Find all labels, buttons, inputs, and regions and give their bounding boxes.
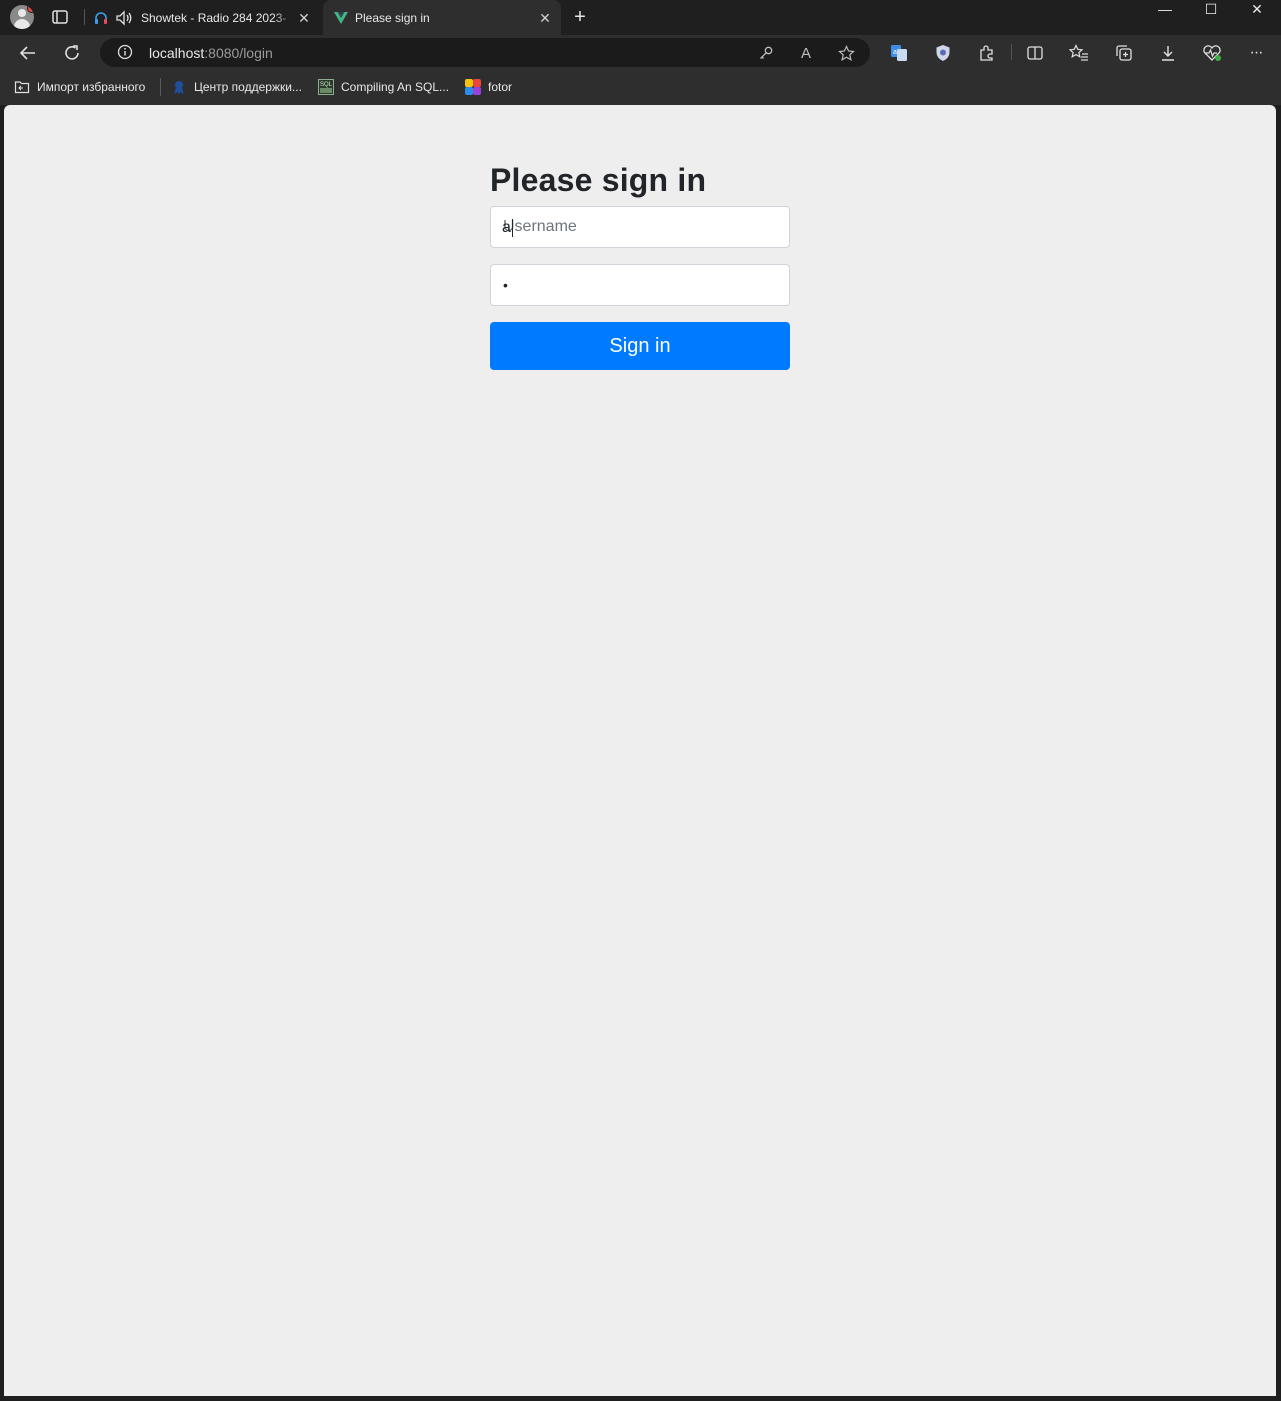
speaker-icon[interactable] xyxy=(115,9,133,26)
password-input[interactable] xyxy=(491,265,789,305)
refresh-icon[interactable] xyxy=(60,41,84,65)
favorites-icon[interactable] xyxy=(1067,41,1091,65)
translate-icon[interactable]: a xyxy=(887,41,911,65)
username-field[interactable]: a xyxy=(490,206,790,248)
more-icon[interactable]: ··· xyxy=(1244,41,1268,65)
page-title: Please sign in xyxy=(490,162,707,198)
bookmark-support-center[interactable]: Центр поддержки... xyxy=(171,78,302,96)
back-icon[interactable] xyxy=(16,41,40,65)
close-window-icon[interactable]: ✕ xyxy=(1234,0,1280,32)
bookmark-import-favorites[interactable]: Импорт избранного xyxy=(14,78,145,96)
bookmarks-bar: Импорт избранного Центр поддержки... SQL… xyxy=(0,70,1281,105)
split-screen-icon[interactable] xyxy=(1023,41,1047,65)
sign-in-form: Please sign in a Sign in xyxy=(490,160,790,370)
shield-icon[interactable] xyxy=(931,41,955,65)
url-text[interactable]: localhost:8080/login xyxy=(149,45,273,61)
bookmark-compiling-sql[interactable]: SQL Compiling An SQL... xyxy=(318,78,449,96)
notification-dot xyxy=(27,5,34,13)
browser-toolbar: localhost:8080/login A a ··· xyxy=(0,35,1281,70)
url-path: :8080/login xyxy=(204,45,273,61)
username-input[interactable] xyxy=(491,207,789,247)
bookmark-label: Compiling An SQL... xyxy=(341,80,450,94)
minimize-icon[interactable]: — xyxy=(1142,0,1188,32)
vue-logo-icon xyxy=(333,10,349,26)
maximize-icon[interactable]: ☐ xyxy=(1188,0,1234,32)
star-icon[interactable] xyxy=(837,44,855,62)
url-host: localhost xyxy=(149,45,205,61)
page-viewport: Please sign in a Sign in xyxy=(4,105,1276,1396)
toolbar-separator xyxy=(1011,44,1012,60)
svg-text:SQL: SQL xyxy=(320,82,333,88)
address-bar[interactable]: localhost:8080/login A xyxy=(100,38,870,67)
read-aloud-icon[interactable]: A xyxy=(797,44,815,62)
support-center-icon xyxy=(171,79,187,95)
close-tab-icon[interactable]: ✕ xyxy=(296,10,312,26)
extensions-icon[interactable] xyxy=(975,41,999,65)
headphones-icon xyxy=(93,10,109,26)
info-icon[interactable] xyxy=(117,44,133,60)
tab-strip: Showtek - Radio 284 2023- ✕ Please sign … xyxy=(0,0,1281,35)
sql-icon: SQL xyxy=(318,79,334,95)
read-aloud-glyph: A xyxy=(800,44,811,62)
close-tab-icon[interactable]: ✕ xyxy=(537,10,553,26)
heartbeat-icon[interactable] xyxy=(1200,41,1224,65)
tab-title: Please sign in xyxy=(355,10,430,25)
bookmark-label: fotor xyxy=(488,80,513,94)
bookmark-fotor[interactable]: fotor xyxy=(465,78,512,96)
profile-avatar-icon[interactable] xyxy=(10,5,34,29)
bookmark-label: Импорт избранного xyxy=(37,80,146,94)
sign-in-button[interactable]: Sign in xyxy=(490,322,790,370)
tab-separator xyxy=(84,9,85,25)
key-icon[interactable] xyxy=(757,44,775,62)
password-field[interactable] xyxy=(490,264,790,306)
fotor-icon xyxy=(465,79,481,95)
bookmark-label: Центр поддержки... xyxy=(194,80,302,94)
tab-actions-icon[interactable] xyxy=(50,7,70,27)
collections-icon[interactable] xyxy=(1112,41,1136,65)
new-tab-icon[interactable]: + xyxy=(570,7,590,27)
import-folder-icon xyxy=(14,79,30,95)
text-caret xyxy=(512,219,513,237)
svg-text:a: a xyxy=(893,49,897,56)
tab-showtek[interactable]: Showtek - Radio 284 2023- ✕ xyxy=(88,0,320,35)
tab-please-sign-in[interactable]: Please sign in ✕ xyxy=(323,0,561,35)
bookmarks-separator xyxy=(160,78,161,96)
tab-title: Showtek - Radio 284 2023- xyxy=(141,10,287,25)
download-icon[interactable] xyxy=(1156,41,1180,65)
